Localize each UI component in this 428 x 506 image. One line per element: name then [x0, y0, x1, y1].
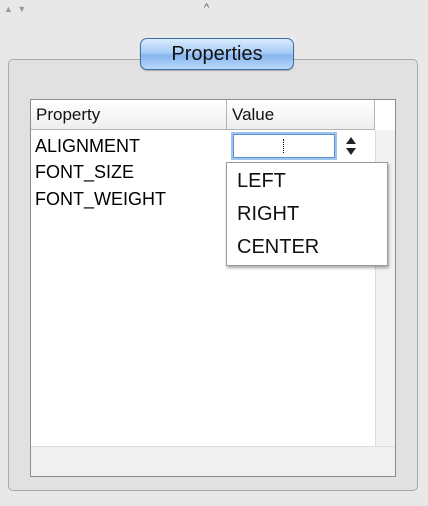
property-name: FONT_SIZE: [35, 162, 135, 182]
alignment-dropdown-menu: LEFT RIGHT CENTER: [226, 162, 388, 266]
value-editor-text: [234, 135, 334, 157]
top-caret-icon: ^: [204, 2, 210, 14]
stepper-up-arrow-icon[interactable]: [346, 137, 356, 144]
properties-tab-label: Properties: [171, 42, 263, 65]
dropdown-option-center[interactable]: CENTER: [227, 231, 387, 264]
stepper-down-arrow-icon[interactable]: [346, 148, 356, 155]
table-header: Property Value: [31, 100, 375, 130]
value-stepper[interactable]: [344, 135, 358, 157]
text-caret-icon: [283, 139, 284, 153]
property-name: ALIGNMENT: [35, 136, 141, 156]
properties-table: Property Value ALIGNMENT FONT_SIZE FONT_…: [30, 99, 396, 477]
window-collapse-arrows-icon[interactable]: ▲ ▼: [4, 4, 27, 14]
property-name: FONT_WEIGHT: [35, 189, 166, 209]
value-editor-field[interactable]: [233, 134, 335, 158]
horizontal-scrollbar[interactable]: [31, 446, 395, 476]
column-header-value[interactable]: Value: [227, 100, 375, 129]
dropdown-option-right[interactable]: RIGHT: [227, 198, 387, 231]
properties-tab[interactable]: Properties: [140, 38, 294, 70]
dropdown-option-left[interactable]: LEFT: [227, 165, 387, 198]
properties-window: ▲ ▼ ^ Properties Property Value ALIGNMEN…: [0, 0, 428, 506]
column-header-property[interactable]: Property: [31, 100, 227, 129]
